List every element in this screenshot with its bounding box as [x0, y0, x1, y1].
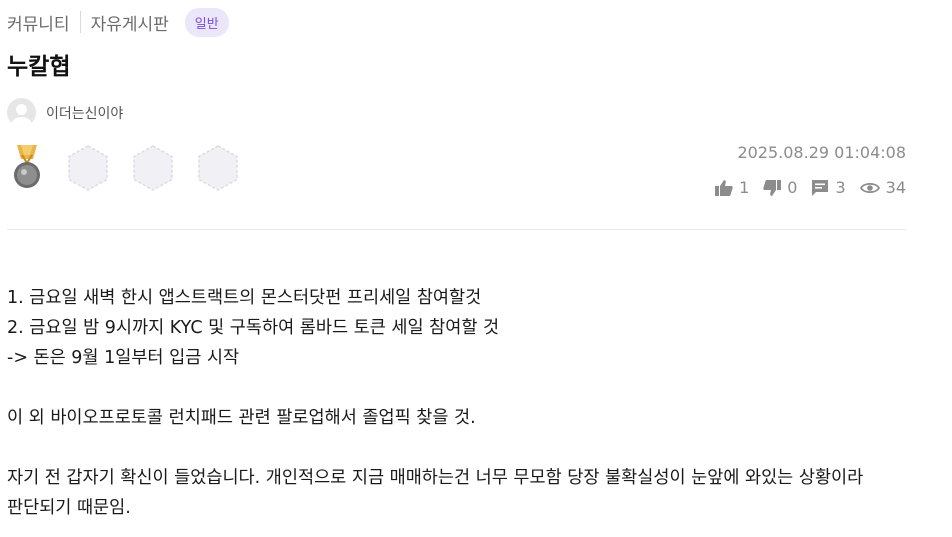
thumbs-up-icon — [715, 179, 733, 196]
view-count: 34 — [885, 178, 906, 197]
body-line: -> 돈은 9월 1일부터 입금 시작 — [7, 348, 240, 368]
body-line: 자기 전 갑자기 확신이 들었습니다. 개인적으로 지금 매매하는건 너무 무모… — [7, 468, 864, 488]
view-count-stat: 34 — [859, 178, 906, 197]
post-datetime: 2025.08.29 01:04:08 — [737, 143, 906, 162]
avatar[interactable] — [7, 98, 36, 127]
post-stats: 1 0 3 34 — [701, 178, 906, 197]
comment-button[interactable]: 3 — [811, 178, 846, 197]
content-divider — [7, 229, 906, 230]
badge-placeholder-2 — [133, 145, 173, 191]
author-info[interactable]: 이더는신이야 — [7, 98, 123, 127]
breadcrumb-divider — [79, 11, 81, 33]
dislike-count: 0 — [787, 178, 798, 197]
badge-placeholder-3 — [198, 145, 238, 191]
author-name[interactable]: 이더는신이야 — [46, 103, 123, 123]
thumbs-down-icon — [763, 179, 782, 196]
breadcrumb-board-link[interactable]: 자유게시판 — [91, 10, 169, 35]
like-count: 1 — [739, 178, 750, 197]
comment-count: 3 — [835, 178, 846, 197]
body-line: 이 외 바이오프로토콜 런치패드 관련 팔로업해서 졸업픽 찾을 것. — [7, 408, 476, 428]
badge-list — [7, 143, 259, 193]
body-line: 1. 금요일 새벽 한시 앱스트랙트의 몬스터닷펀 프리세일 참여할것 — [7, 288, 482, 308]
like-button[interactable]: 1 — [715, 178, 749, 197]
medal-icon — [14, 145, 40, 188]
eye-icon — [859, 182, 880, 193]
breadcrumb-community-link[interactable]: 커뮤니티 — [7, 10, 70, 35]
badge-placeholder-1 — [68, 145, 108, 191]
body-line: 2. 금요일 밤 9시까지 KYC 및 구독하여 롬바드 토큰 세일 참여할 것 — [7, 318, 500, 338]
post-body: 1. 금요일 새벽 한시 앱스트랙트의 몬스터닷펀 프리세일 참여할것 2. 금… — [7, 283, 927, 523]
comment-icon — [812, 180, 829, 196]
post-meta: 2025.08.29 01:04:08 1 0 3 34 — [701, 143, 906, 197]
breadcrumb: 커뮤니티 자유게시판 일반 — [7, 7, 229, 37]
body-line: 판단되기 때문임. — [7, 498, 131, 518]
dislike-button[interactable]: 0 — [763, 178, 797, 197]
category-badge[interactable]: 일반 — [184, 7, 229, 37]
post-title: 누칼협 — [7, 54, 71, 80]
